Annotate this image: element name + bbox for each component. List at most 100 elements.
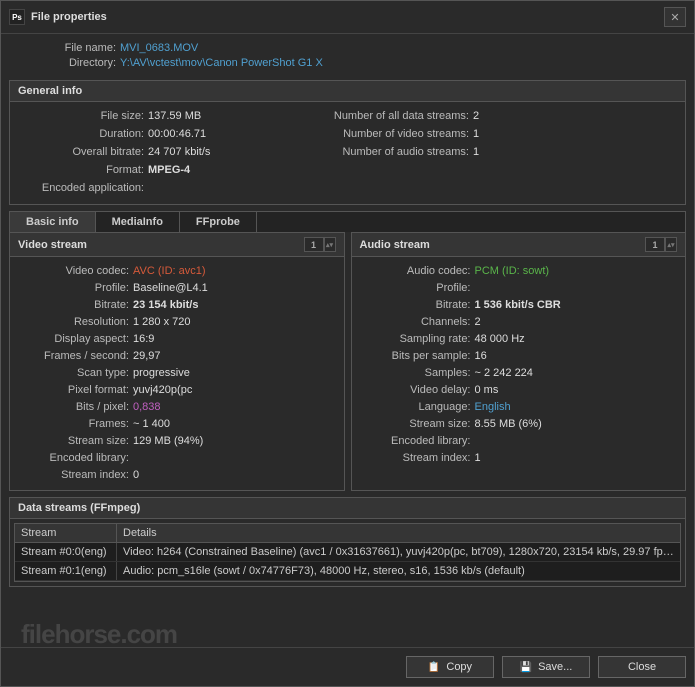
stream-label: Frames: xyxy=(18,416,133,432)
stream-label: Sampling rate: xyxy=(360,331,475,347)
stream-label: Channels: xyxy=(360,314,475,330)
stream-label: Encoded library: xyxy=(18,450,133,466)
stream-value: 1 536 kbit/s CBR xyxy=(475,297,561,313)
stream-label: Video delay: xyxy=(360,382,475,398)
table-row[interactable]: Stream #0:1(eng)Audio: pcm_s16le (sowt /… xyxy=(15,562,680,581)
file-name-label: File name: xyxy=(15,42,120,54)
stream-label: Bits / pixel: xyxy=(18,399,133,415)
stream-value: 0 xyxy=(133,467,139,483)
save-button[interactable]: 💾 Save... xyxy=(502,656,590,678)
video-stream-panel: Video stream 1 ▴▾ Video codec:AVC (ID: a… xyxy=(9,232,345,491)
column-details[interactable]: Details xyxy=(117,524,680,542)
stream-value: progressive xyxy=(133,365,190,381)
stream-value: 16:9 xyxy=(133,331,154,347)
stream-value: 23 154 kbit/s xyxy=(133,297,198,313)
stream-label: Pixel format: xyxy=(18,382,133,398)
directory-link[interactable]: Y:\AV\vctest\mov\Canon PowerShot G1 X xyxy=(120,57,323,69)
audio-stream-index: 1 xyxy=(645,237,665,252)
audio-stream-stepper[interactable]: ▴▾ xyxy=(665,237,677,252)
general-value: 00:00:46.71 xyxy=(148,126,206,142)
stream-label: Resolution: xyxy=(18,314,133,330)
stream-value: 48 000 Hz xyxy=(475,331,525,347)
stream-label: Bitrate: xyxy=(360,297,475,313)
stream-label: Samples: xyxy=(360,365,475,381)
save-icon: 💾 xyxy=(520,662,532,673)
stream-label: Audio codec: xyxy=(360,263,475,279)
close-button[interactable]: Close xyxy=(598,656,686,678)
tab-basic-info[interactable]: Basic info xyxy=(10,212,96,232)
video-stream-index: 1 xyxy=(304,237,324,252)
stream-label: Video codec: xyxy=(18,263,133,279)
close-icon[interactable]: ✕ xyxy=(664,7,686,27)
data-streams-table: Stream Details Stream #0:0(eng)Video: h2… xyxy=(14,523,681,582)
general-label: Overall bitrate: xyxy=(18,144,148,160)
stream-label: Stream index: xyxy=(18,467,133,483)
tab-ffprobe[interactable]: FFprobe xyxy=(180,212,257,232)
general-value: 1 xyxy=(473,144,479,160)
copy-icon: 📋 xyxy=(428,662,440,673)
stream-value: AVC (ID: avc1) xyxy=(133,263,206,279)
video-stream-title: Video stream xyxy=(18,239,87,251)
stream-value: Baseline@L4.1 xyxy=(133,280,208,296)
stream-value: 1 280 x 720 xyxy=(133,314,191,330)
stream-details-cell: Video: h264 (Constrained Baseline) (avc1… xyxy=(117,543,680,561)
stream-label: Frames / second: xyxy=(18,348,133,364)
stream-value: ~ 2 242 224 xyxy=(475,365,533,381)
stream-label: Profile: xyxy=(18,280,133,296)
stream-id-cell: Stream #0:1(eng) xyxy=(15,562,117,580)
general-value: 2 xyxy=(473,108,479,124)
stream-label: Bits per sample: xyxy=(360,348,475,364)
general-value: 24 707 kbit/s xyxy=(148,144,210,160)
file-name-link[interactable]: MVI_0683.MOV xyxy=(120,42,198,54)
general-label: Number of all data streams: xyxy=(298,108,473,124)
stream-label: Display aspect: xyxy=(18,331,133,347)
stream-label: Stream index: xyxy=(360,450,475,466)
general-label: Number of audio streams: xyxy=(298,144,473,160)
stream-label: Stream size: xyxy=(360,416,475,432)
stream-label: Encoded library: xyxy=(360,433,475,449)
stream-id-cell: Stream #0:0(eng) xyxy=(15,543,117,561)
stream-value: 29,97 xyxy=(133,348,161,364)
data-streams-header: Data streams (FFmpeg) xyxy=(10,498,685,519)
general-value: 137.59 MB xyxy=(148,108,201,124)
stream-label: Profile: xyxy=(360,280,475,296)
window-title: File properties xyxy=(31,11,664,23)
stream-value: ~ 1 400 xyxy=(133,416,170,432)
copy-button[interactable]: 📋 Copy xyxy=(406,656,494,678)
footer: filehorse.com 📋 Copy 💾 Save... Close xyxy=(1,647,694,686)
titlebar: Ps File properties ✕ xyxy=(1,1,694,34)
tab-mediainfo[interactable]: MediaInfo xyxy=(96,212,180,232)
file-properties-window: Ps File properties ✕ File name: MVI_0683… xyxy=(0,0,695,687)
directory-label: Directory: xyxy=(15,57,120,69)
data-streams-panel: Data streams (FFmpeg) Stream Details Str… xyxy=(9,497,686,587)
app-logo-icon: Ps xyxy=(9,9,25,25)
stream-value: 1 xyxy=(475,450,481,466)
content-area: File name: MVI_0683.MOV Directory: Y:\AV… xyxy=(1,34,694,647)
stream-value: PCM (ID: sowt) xyxy=(475,263,550,279)
stream-value: 0 ms xyxy=(475,382,499,398)
general-value: 1 xyxy=(473,126,479,142)
stream-label: Scan type: xyxy=(18,365,133,381)
stream-label: Bitrate: xyxy=(18,297,133,313)
general-value: MPEG-4 xyxy=(148,162,190,178)
stream-label: Language: xyxy=(360,399,475,415)
general-info-panel: General info File size:137.59 MBDuration… xyxy=(9,80,686,205)
table-row[interactable]: Stream #0:0(eng)Video: h264 (Constrained… xyxy=(15,543,680,562)
general-label: File size: xyxy=(18,108,148,124)
stream-label: Stream size: xyxy=(18,433,133,449)
stream-value: 129 MB (94%) xyxy=(133,433,203,449)
column-stream[interactable]: Stream xyxy=(15,524,117,542)
stream-value: 0,838 xyxy=(133,399,161,415)
stream-details-cell: Audio: pcm_s16le (sowt / 0x74776F73), 48… xyxy=(117,562,680,580)
general-info-header: General info xyxy=(10,81,685,102)
stream-value: 16 xyxy=(475,348,487,364)
file-header: File name: MVI_0683.MOV Directory: Y:\AV… xyxy=(9,40,686,80)
general-label: Number of video streams: xyxy=(298,126,473,142)
general-label: Duration: xyxy=(18,126,148,142)
audio-stream-title: Audio stream xyxy=(360,239,430,251)
general-label: Encoded application: xyxy=(18,180,148,196)
stream-value: yuvj420p(pc xyxy=(133,382,192,398)
stream-value: English xyxy=(475,399,511,415)
stream-value: 8.55 MB (6%) xyxy=(475,416,542,432)
video-stream-stepper[interactable]: ▴▾ xyxy=(324,237,336,252)
